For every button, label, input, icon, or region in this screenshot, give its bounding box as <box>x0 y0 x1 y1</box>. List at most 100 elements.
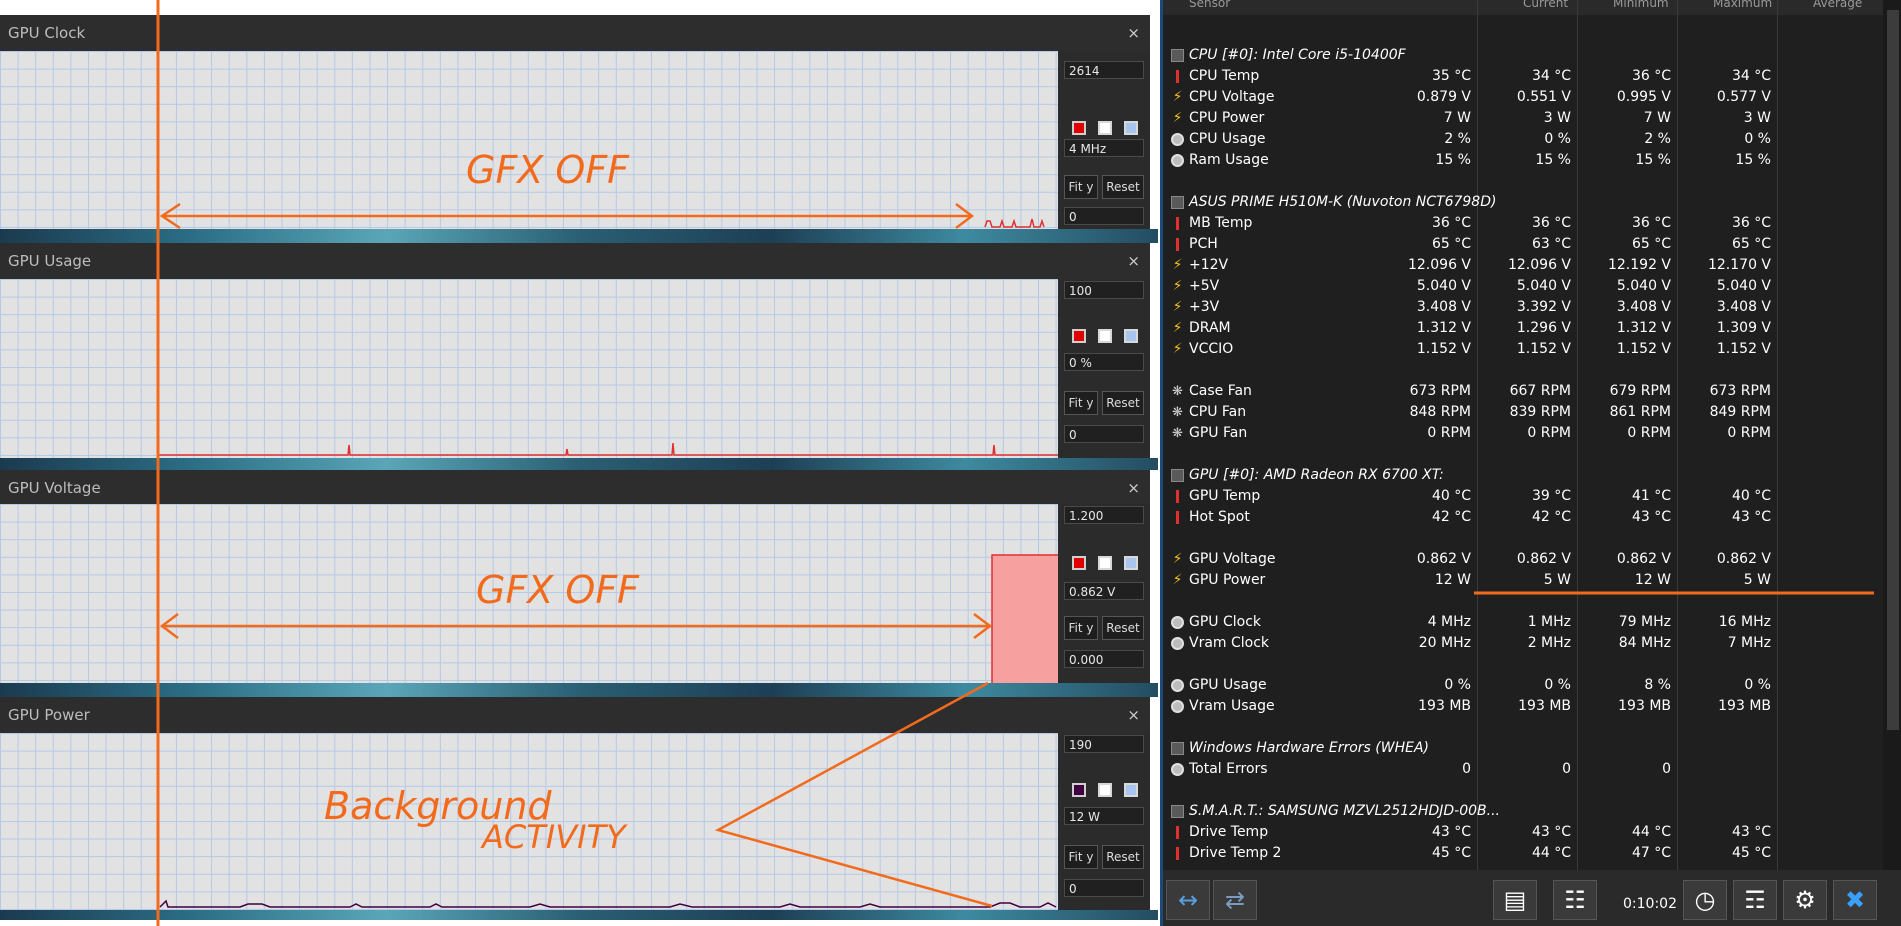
fit-y-button[interactable]: Fit y <box>1064 845 1098 869</box>
color-swatch-purple[interactable] <box>1072 783 1086 797</box>
color-swatch-blue[interactable] <box>1124 329 1138 343</box>
maximum-value: 7 W <box>1643 110 1671 126</box>
sensor-row[interactable]: CPU Temp 35 °C 34 °C 36 °C 34 °C <box>1163 66 1883 87</box>
color-swatch-blue[interactable] <box>1124 783 1138 797</box>
fit-y-button[interactable]: Fit y <box>1064 391 1098 415</box>
color-swatch-red[interactable] <box>1072 121 1086 135</box>
color-swatch-blue[interactable] <box>1124 121 1138 135</box>
reset-button[interactable]: Reset <box>1102 845 1144 869</box>
report-icon[interactable]: ▤ <box>1493 880 1537 920</box>
color-swatch-white[interactable] <box>1098 556 1112 570</box>
max-field[interactable]: 2614 <box>1064 61 1144 79</box>
sensor-row[interactable]: ⚡ CPU Power 7 W 3 W 7 W 3 W <box>1163 108 1883 129</box>
settings-gear-icon[interactable]: ⚙ <box>1783 880 1827 920</box>
maximum-column-header[interactable]: Maximum <box>1713 0 1772 10</box>
scrollbar-thumb[interactable] <box>1887 10 1899 730</box>
close-icon[interactable]: × <box>1127 470 1140 506</box>
sensor-row[interactable]: CPU Usage 2 % 0 % 2 % 0 % <box>1163 129 1883 150</box>
current-field[interactable]: 4 MHz <box>1064 139 1144 157</box>
fit-y-button[interactable]: Fit y <box>1064 616 1098 640</box>
max-field[interactable]: 1.200 <box>1064 506 1144 524</box>
reset-button[interactable]: Reset <box>1102 175 1144 199</box>
average-value: 45 °C <box>1731 845 1771 861</box>
color-swatch-red[interactable] <box>1072 556 1086 570</box>
sensor-row[interactable]: ⚡ +5V 5.040 V 5.040 V 5.040 V 5.040 V <box>1163 276 1883 297</box>
min-field[interactable]: 0 <box>1064 425 1144 443</box>
sensor-row[interactable]: ⚡ +12V 12.096 V 12.096 V 12.192 V 12.170 V <box>1163 255 1883 276</box>
color-swatch-white[interactable] <box>1098 783 1112 797</box>
min-field[interactable]: 0 <box>1064 879 1144 897</box>
reset-button[interactable]: Reset <box>1102 616 1144 640</box>
current-field[interactable]: 0 % <box>1064 353 1144 371</box>
sensor-row[interactable]: ❋ GPU Fan 0 RPM 0 RPM 0 RPM 0 RPM <box>1163 423 1883 444</box>
sensor-row[interactable]: ⚡ GPU Voltage 0.862 V 0.862 V 0.862 V 0.862 V <box>1163 549 1883 570</box>
max-field[interactable]: 100 <box>1064 281 1144 299</box>
color-swatch-white[interactable] <box>1098 121 1112 135</box>
color-swatch-red[interactable] <box>1072 329 1086 343</box>
sensor-row[interactable]: ⚡ CPU Voltage 0.879 V 0.551 V 0.995 V 0.577 V <box>1163 87 1883 108</box>
min-field[interactable]: 0 <box>1064 207 1144 225</box>
sensor-name: CPU Usage <box>1189 131 1266 147</box>
current-value: 0.862 V <box>1416 551 1471 567</box>
usage-gauge-icon <box>1171 154 1184 167</box>
sensor-row[interactable]: PCH 65 °C 63 °C 65 °C 65 °C <box>1163 234 1883 255</box>
sensor-row[interactable]: MB Temp 36 °C 36 °C 36 °C 36 °C <box>1163 213 1883 234</box>
current-value: 36 °C <box>1431 215 1471 231</box>
sensor-row[interactable]: GPU Temp 40 °C 39 °C 41 °C 40 °C <box>1163 486 1883 507</box>
sensor-group-header[interactable]: S.M.A.R.T.: SAMSUNG MZVL2512HDJD-00B... <box>1163 801 1883 822</box>
close-icon[interactable]: × <box>1127 697 1140 733</box>
sensor-column-header[interactable]: Sensor <box>1189 0 1230 10</box>
sensor-row[interactable]: ⚡ GPU Power 12 W 5 W 12 W 5 W <box>1163 570 1883 591</box>
color-swatch-blue[interactable] <box>1124 556 1138 570</box>
sensor-row[interactable]: Drive Temp 2 45 °C 44 °C 47 °C 45 °C <box>1163 843 1883 864</box>
current-value: 4 MHz <box>1427 614 1471 630</box>
desktop-strip <box>0 229 1158 243</box>
reset-button[interactable]: Reset <box>1102 391 1144 415</box>
close-icon[interactable]: × <box>1127 243 1140 279</box>
network-icon[interactable]: ☷ <box>1553 880 1597 920</box>
sensor-row[interactable]: ⚡ DRAM 1.312 V 1.296 V 1.312 V 1.309 V <box>1163 318 1883 339</box>
sensor-row[interactable]: ❋ CPU Fan 848 RPM 839 RPM 861 RPM 849 RPM <box>1163 402 1883 423</box>
minimum-value: 1.152 V <box>1516 341 1571 357</box>
fit-y-button[interactable]: Fit y <box>1064 175 1098 199</box>
gpu-voltage-panel: GPU Voltage × 1.200 0.862 V Fit y Reset … <box>0 470 1150 683</box>
average-value: 34 °C <box>1731 68 1771 84</box>
panel-title: GPU Power <box>0 697 1150 733</box>
log-file-icon[interactable]: ☶ <box>1733 880 1777 920</box>
sensor-row[interactable]: Vram Usage 193 MB 193 MB 193 MB 193 MB <box>1163 696 1883 717</box>
close-icon[interactable]: ✖ <box>1833 880 1877 920</box>
sensor-row[interactable]: GPU Clock 4 MHz 1 MHz 79 MHz 16 MHz <box>1163 612 1883 633</box>
min-field[interactable]: 0.000 <box>1064 650 1144 668</box>
sensor-group-header[interactable]: ASUS PRIME H510M-K (Nuvoton NCT6798D) <box>1163 192 1883 213</box>
current-value: 3.408 V <box>1416 299 1471 315</box>
sensor-row[interactable]: Drive Temp 43 °C 43 °C 44 °C 43 °C <box>1163 822 1883 843</box>
color-swatch-white[interactable] <box>1098 329 1112 343</box>
max-field[interactable]: 190 <box>1064 735 1144 753</box>
minimum-column-header[interactable]: Minimum <box>1613 0 1669 10</box>
sensor-group-header[interactable]: CPU [#0]: Intel Core i5-10400F <box>1163 45 1883 66</box>
sensor-row[interactable]: Ram Usage 15 % 15 % 15 % 15 % <box>1163 150 1883 171</box>
gpu-usage-panel: GPU Usage × 100 0 % Fit y Reset 0 <box>0 243 1150 458</box>
current-field[interactable]: 0.862 V <box>1064 582 1144 600</box>
minimum-value: 42 °C <box>1531 509 1571 525</box>
sensor-row[interactable]: ⚡ +3V 3.408 V 3.392 V 3.408 V 3.408 V <box>1163 297 1883 318</box>
expand-arrows-icon[interactable]: ↔ <box>1166 880 1210 920</box>
sensor-group-header[interactable]: Windows Hardware Errors (WHEA) <box>1163 738 1883 759</box>
clock-icon[interactable]: ◷ <box>1683 880 1727 920</box>
sensor-row[interactable]: Total Errors 0 0 0 <box>1163 759 1883 780</box>
close-icon[interactable]: × <box>1127 15 1140 51</box>
sensor-name: Ram Usage <box>1189 152 1269 168</box>
sensor-row[interactable]: Hot Spot 42 °C 42 °C 43 °C 43 °C <box>1163 507 1883 528</box>
sensor-row[interactable]: ⚡ VCCIO 1.152 V 1.152 V 1.152 V 1.152 V <box>1163 339 1883 360</box>
sensor-row[interactable]: GPU Usage 0 % 0 % 8 % 0 % <box>1163 675 1883 696</box>
sensor-group-header[interactable]: GPU [#0]: AMD Radeon RX 6700 XT: <box>1163 465 1883 486</box>
sensor-name: Hot Spot <box>1189 509 1250 525</box>
current-column-header[interactable]: Current <box>1523 0 1568 10</box>
sensor-row[interactable]: ❋ Case Fan 673 RPM 667 RPM 679 RPM 673 RPM <box>1163 381 1883 402</box>
sensor-row[interactable]: Vram Clock 20 MHz 2 MHz 84 MHz 7 MHz <box>1163 633 1883 654</box>
minimum-value: 43 °C <box>1531 824 1571 840</box>
scrollbar[interactable] <box>1883 0 1901 870</box>
current-field[interactable]: 12 W <box>1064 807 1144 825</box>
average-column-header[interactable]: Average <box>1813 0 1862 10</box>
collapse-arrows-icon[interactable]: ⇄ <box>1213 880 1257 920</box>
